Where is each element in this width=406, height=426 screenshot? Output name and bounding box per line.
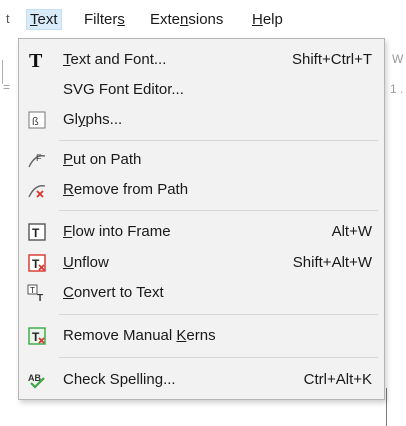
- menubar: t Text Filters Extensions Help: [0, 0, 406, 38]
- mnemonic: C: [63, 284, 74, 301]
- menu-text[interactable]: Text: [26, 9, 62, 30]
- mnemonic: R: [63, 181, 74, 198]
- item-label-rest: phs...: [85, 111, 123, 128]
- svg-text:T: T: [32, 226, 40, 240]
- item-label-pre: Remove Manual: [63, 327, 177, 344]
- menu-item-glyphs[interactable]: ß Glyphs...: [19, 105, 384, 135]
- check-spelling-icon: AB: [27, 370, 47, 390]
- menu-item-check-spelling[interactable]: AB Check Spelling... Ctrl+Alt+K: [19, 365, 384, 395]
- background-ruler-line: [2, 60, 3, 84]
- flow-into-frame-icon: T: [27, 222, 47, 242]
- shortcut: Shift+Ctrl+T: [291, 51, 372, 68]
- menu-separator: [59, 314, 378, 315]
- menu-filters-mnemonic: s: [117, 11, 125, 28]
- shortcut: Ctrl+Alt+K: [303, 371, 372, 388]
- item-label-pre: Check Spellin: [63, 371, 155, 388]
- shortcut: Shift+Alt+W: [292, 254, 372, 271]
- put-on-path-icon: F: [27, 150, 47, 170]
- glyphs-icon: ß: [27, 110, 47, 130]
- svg-text:T: T: [32, 330, 40, 344]
- text-font-icon: T: [27, 50, 47, 70]
- menu-help-label: elp: [262, 11, 283, 28]
- item-label-rest: erns: [186, 327, 216, 344]
- menu-text-label: ext: [37, 11, 58, 28]
- background-fragment-right: 1 .: [390, 82, 404, 96]
- menubar-left-fragment: t: [6, 11, 10, 26]
- menu-extensions-label-pre: Exte: [150, 11, 181, 28]
- menu-help-mnemonic: H: [252, 11, 263, 28]
- item-label: onvert to Text: [73, 284, 164, 301]
- item-label: ut on Path: [73, 151, 142, 168]
- convert-to-text-icon: TT: [27, 283, 47, 303]
- menu-item-remove-manual-kerns[interactable]: T Remove Manual Kerns: [19, 321, 384, 351]
- item-label-rest: ...: [163, 371, 176, 388]
- item-label: SVG Font Editor...: [63, 81, 184, 98]
- svg-text:T: T: [29, 50, 43, 70]
- menu-separator: [59, 140, 378, 141]
- text-dropdown-menu: T Text and Font... Shift+Ctrl+T SVG Font…: [18, 38, 385, 400]
- svg-text:T: T: [32, 257, 40, 271]
- svg-text:ß: ß: [32, 116, 39, 128]
- svg-text:F: F: [36, 153, 42, 163]
- menu-help[interactable]: Help: [252, 11, 283, 28]
- menu-item-put-on-path[interactable]: F Put on Path: [19, 145, 384, 175]
- remove-from-path-icon: [27, 180, 47, 200]
- item-label-pre: Gl: [63, 111, 78, 128]
- item-label: emove from Path: [73, 181, 189, 198]
- menu-item-remove-from-path[interactable]: Remove from Path: [19, 175, 384, 205]
- mnemonic: F: [63, 223, 73, 240]
- mnemonic: g: [154, 371, 164, 388]
- svg-text:T: T: [30, 286, 35, 295]
- item-label: low into Frame: [72, 223, 171, 240]
- mnemonic: P: [63, 151, 74, 168]
- svg-text:T: T: [37, 293, 43, 302]
- menu-separator: [59, 357, 378, 358]
- menu-text-mnemonic: T: [30, 11, 38, 28]
- menu-extensions[interactable]: Extensions: [150, 11, 223, 28]
- item-label: nflow: [73, 254, 109, 271]
- remove-manual-kerns-icon: T: [27, 326, 47, 346]
- mnemonic: K: [176, 327, 187, 344]
- menu-extensions-label-rest: sions: [188, 11, 224, 28]
- menu-item-unflow[interactable]: T Unflow Shift+Alt+W: [19, 248, 384, 278]
- mnemonic: U: [63, 254, 74, 271]
- menu-filters[interactable]: Filters: [84, 11, 125, 28]
- menu-separator: [59, 210, 378, 211]
- item-label: ext and Font...: [70, 51, 167, 68]
- menu-item-text-and-font[interactable]: T Text and Font... Shift+Ctrl+T: [19, 45, 384, 75]
- mnemonic: y: [78, 111, 86, 128]
- mnemonic: T: [63, 51, 71, 68]
- menu-item-convert-to-text[interactable]: TT Convert to Text: [19, 278, 384, 308]
- background-fragment-left: =: [3, 80, 11, 94]
- background-divider-line: [386, 388, 387, 426]
- shortcut: Alt+W: [331, 223, 372, 240]
- menu-item-svg-font-editor[interactable]: SVG Font Editor...: [19, 75, 384, 105]
- menu-filters-label: Filter: [84, 11, 118, 28]
- menu-item-flow-into-frame[interactable]: T Flow into Frame Alt+W: [19, 217, 384, 247]
- background-fragment-top-right: W: [392, 52, 404, 66]
- unflow-icon: T: [27, 253, 47, 273]
